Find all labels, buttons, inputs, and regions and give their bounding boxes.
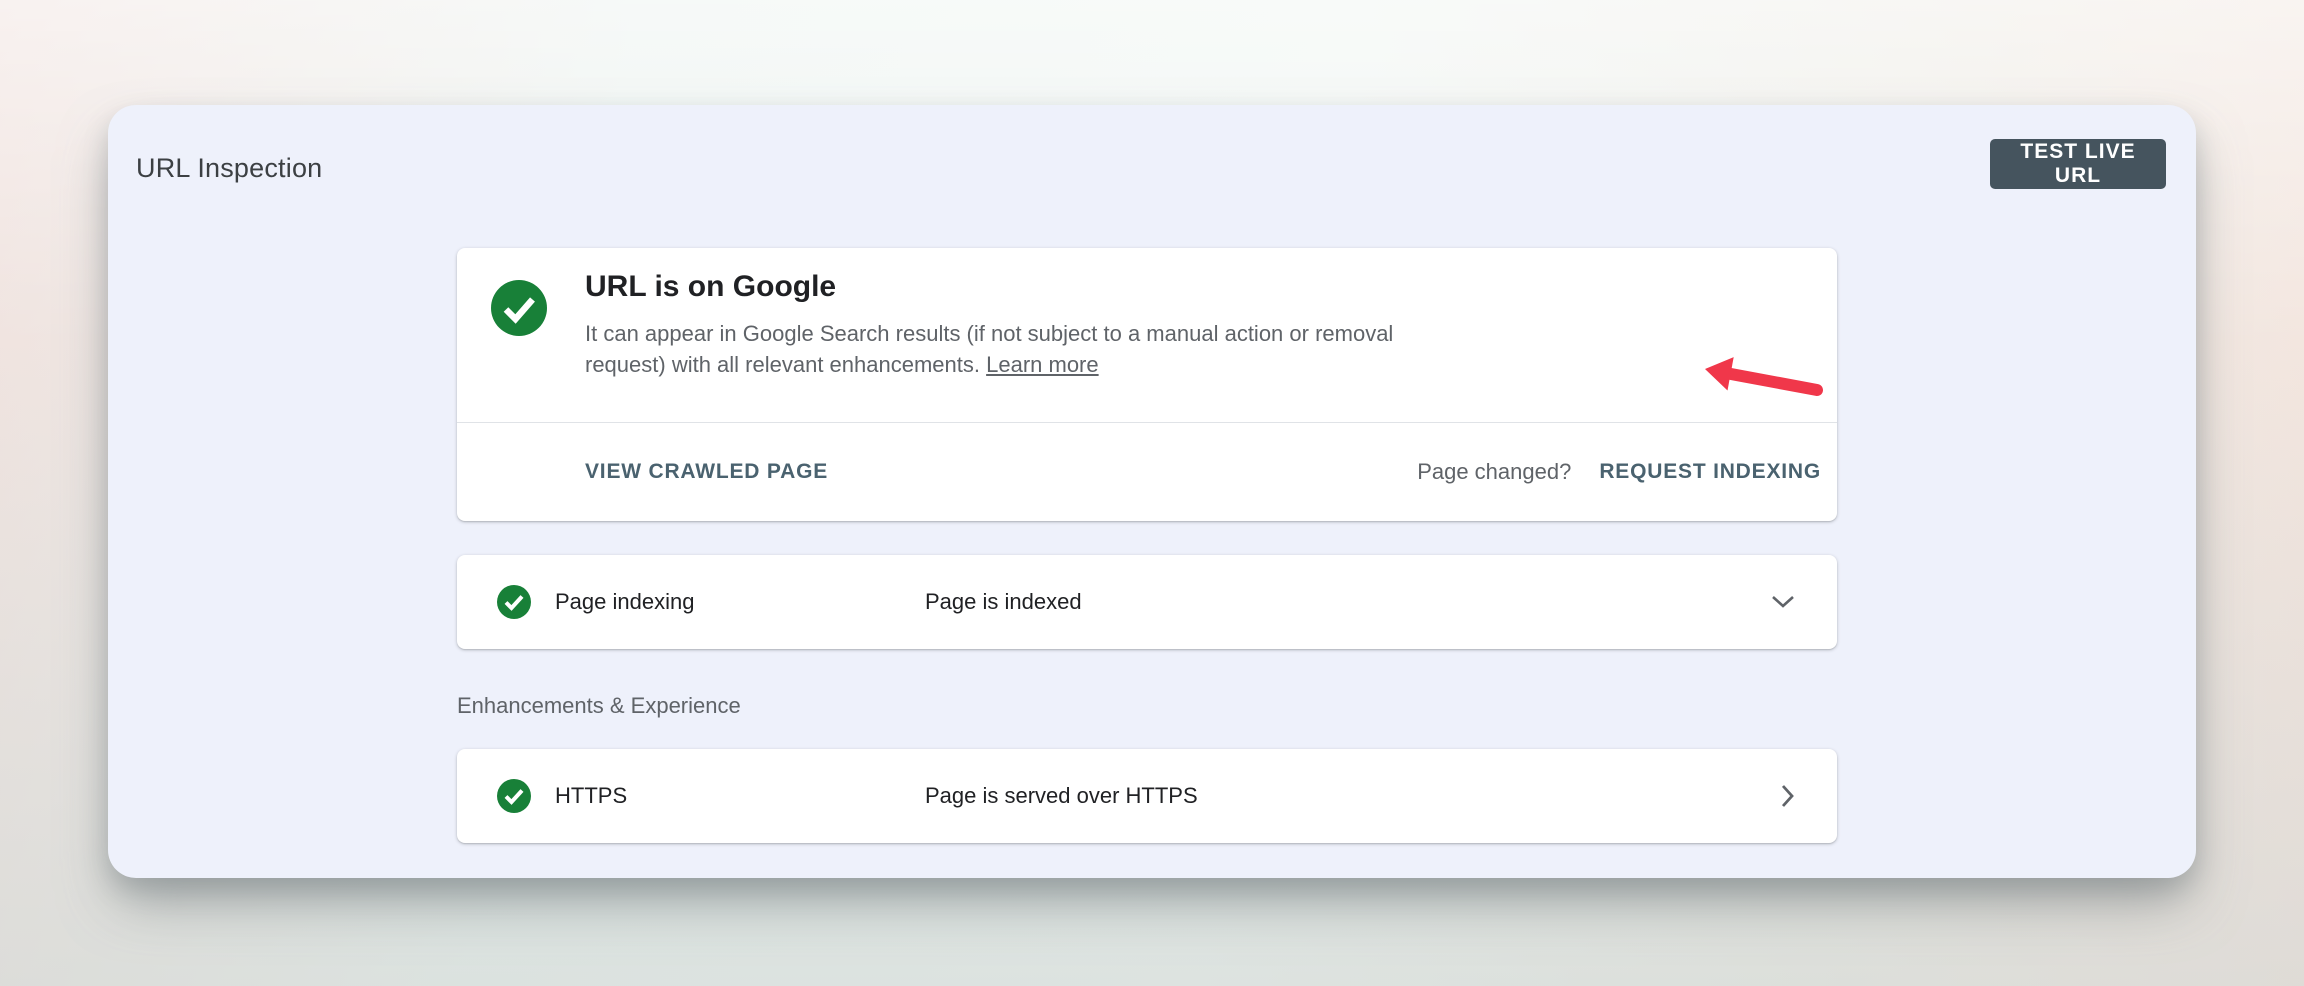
row-label: Page indexing <box>555 589 925 615</box>
learn-more-link[interactable]: Learn more <box>986 352 1099 377</box>
chevron-right-icon[interactable] <box>1781 784 1795 808</box>
https-row[interactable]: HTTPS Page is served over HTTPS <box>457 749 1837 843</box>
view-crawled-page-button[interactable]: VIEW CRAWLED PAGE <box>585 460 828 484</box>
row-status: Page is served over HTTPS <box>925 783 1781 809</box>
row-label: HTTPS <box>555 783 925 809</box>
check-circle-icon <box>491 280 547 336</box>
actions-right-group: Page changed? REQUEST INDEXING <box>1417 459 1821 485</box>
request-indexing-button[interactable]: REQUEST INDEXING <box>1599 460 1821 484</box>
check-circle-icon <box>497 585 531 619</box>
test-live-url-button[interactable]: TEST LIVE URL <box>1990 139 2166 189</box>
url-status-card: URL is on Google It can appear in Google… <box>457 248 1837 521</box>
chevron-down-icon[interactable] <box>1771 595 1795 609</box>
result-actions-bar: VIEW CRAWLED PAGE Page changed? REQUEST … <box>457 422 1837 521</box>
page-changed-label: Page changed? <box>1417 459 1571 485</box>
check-circle-icon <box>497 779 531 813</box>
page-indexing-row[interactable]: Page indexing Page is indexed <box>457 555 1837 649</box>
row-status: Page is indexed <box>925 589 1771 615</box>
section-label-enhancements: Enhancements & Experience <box>457 693 741 719</box>
page-title: URL Inspection <box>136 153 322 184</box>
url-status-title: URL is on Google <box>585 270 836 304</box>
url-status-description: It can appear in Google Search results (… <box>585 318 1445 380</box>
url-inspection-panel: URL Inspection TEST LIVE URL URL is on G… <box>108 105 2196 878</box>
